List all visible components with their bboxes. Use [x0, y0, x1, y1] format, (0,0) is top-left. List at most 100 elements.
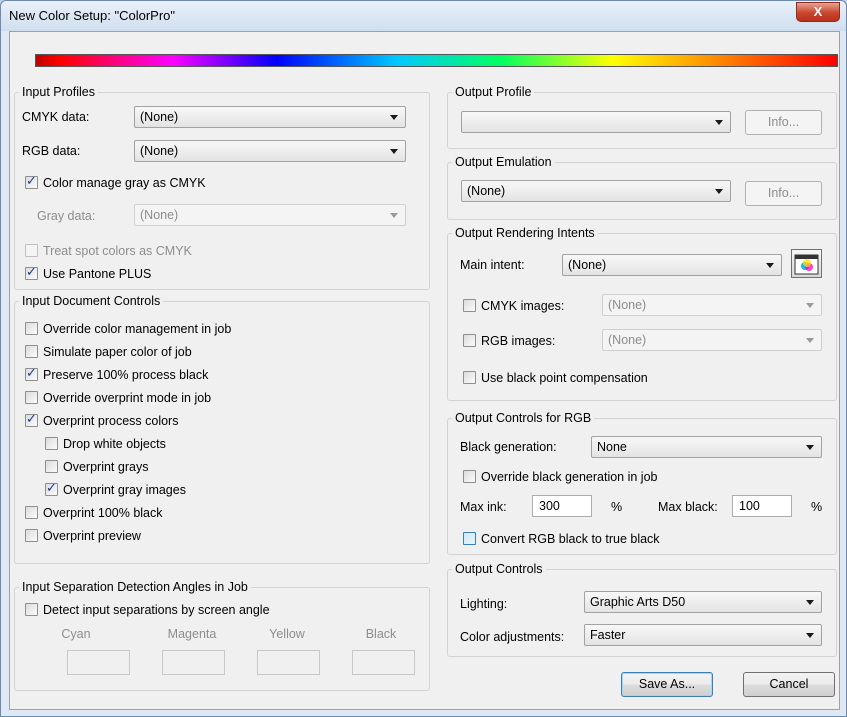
- chevron-down-icon: [390, 115, 398, 120]
- close-button[interactable]: X: [796, 2, 840, 22]
- main-intent-select[interactable]: (None): [562, 254, 782, 276]
- spot-colors-label: Treat spot colors as CMYK: [43, 244, 192, 258]
- window-title: New Color Setup: "ColorPro": [9, 8, 176, 23]
- cmyk-images-checkbox[interactable]: [463, 299, 476, 312]
- override-overprint-checkbox[interactable]: [25, 391, 38, 404]
- magenta-angle-field[interactable]: [162, 650, 225, 675]
- pantone-plus-checkbox[interactable]: [25, 265, 38, 280]
- cyan-label: Cyan: [61, 627, 91, 641]
- max-ink-label: Max ink:: [460, 500, 507, 514]
- output-profile-info-button[interactable]: Info...: [745, 110, 822, 135]
- preserve-black-label: Preserve 100% process black: [43, 368, 209, 382]
- override-color-mgmt-label: Override color management in job: [43, 322, 232, 336]
- input-profiles-group: Input Profiles CMYK data: (None) RGB dat…: [14, 85, 430, 290]
- rgb-data-select[interactable]: (None): [134, 140, 406, 162]
- color-palette-button[interactable]: [791, 249, 822, 278]
- cyan-angle-field[interactable]: [67, 650, 130, 675]
- gray-data-select[interactable]: (None): [134, 204, 406, 226]
- pantone-plus-label: Use Pantone PLUS: [43, 267, 152, 281]
- overprint-100-black-label: Overprint 100% black: [43, 506, 163, 520]
- main-intent-label: Main intent:: [460, 258, 525, 272]
- overprint-preview-checkbox[interactable]: [25, 529, 38, 542]
- cancel-button[interactable]: Cancel: [743, 672, 835, 697]
- rendering-intents-title: Output Rendering Intents: [452, 226, 598, 240]
- convert-rgb-black-checkbox[interactable]: [463, 532, 476, 545]
- overprint-preview-label: Overprint preview: [43, 529, 141, 543]
- chevron-down-icon: [715, 189, 723, 194]
- output-controls-group: Output Controls Lighting: Graphic Arts D…: [447, 562, 837, 657]
- black-point-comp-label: Use black point compensation: [481, 371, 648, 385]
- overprint-gray-images-label: Overprint gray images: [63, 483, 186, 497]
- output-profile-select[interactable]: [461, 111, 731, 133]
- rgb-images-checkbox[interactable]: [463, 334, 476, 347]
- lighting-label: Lighting:: [460, 597, 508, 611]
- gray-manage-checkbox[interactable]: [25, 174, 38, 189]
- chevron-down-icon: [806, 633, 814, 638]
- chevron-down-icon: [806, 303, 814, 308]
- rgb-controls-title: Output Controls for RGB: [452, 411, 595, 425]
- max-ink-value: 300: [539, 499, 560, 513]
- output-emulation-title: Output Emulation: [452, 155, 555, 169]
- gray-data-label: Gray data:: [37, 209, 96, 223]
- black-point-comp-checkbox[interactable]: [463, 371, 476, 384]
- chevron-down-icon: [390, 213, 398, 218]
- input-document-controls-group: Input Document Controls Override color m…: [14, 294, 430, 564]
- separation-detection-group: Input Separation Detection Angles in Job…: [14, 580, 430, 691]
- overprint-100-black-checkbox[interactable]: [25, 506, 38, 519]
- rgb-data-label: RGB data:: [22, 144, 81, 158]
- output-controls-title: Output Controls: [452, 562, 546, 576]
- chevron-down-icon: [715, 120, 723, 125]
- close-icon: X: [813, 4, 823, 19]
- max-ink-percent: %: [611, 500, 623, 514]
- spot-colors-checkbox[interactable]: [25, 244, 38, 257]
- lighting-value: Graphic Arts D50: [590, 595, 686, 609]
- rgb-images-select[interactable]: (None): [602, 329, 822, 351]
- cmyk-data-select[interactable]: (None): [134, 106, 406, 128]
- title-bar[interactable]: New Color Setup: "ColorPro" X: [1, 1, 846, 31]
- overprint-gray-images-checkbox[interactable]: [45, 481, 58, 496]
- overprint-grays-label: Overprint grays: [63, 460, 149, 474]
- simulate-paper-label: Simulate paper color of job: [43, 345, 192, 359]
- convert-rgb-black-label: Convert RGB black to true black: [481, 532, 660, 546]
- max-black-field[interactable]: 100: [732, 495, 792, 517]
- black-generation-select[interactable]: None: [591, 436, 822, 458]
- detect-separations-label: Detect input separations by screen angle: [43, 603, 270, 617]
- output-emulation-select[interactable]: (None): [461, 180, 731, 202]
- input-doc-controls-title: Input Document Controls: [19, 294, 164, 308]
- max-ink-field[interactable]: 300: [532, 495, 592, 517]
- chevron-down-icon: [806, 445, 814, 450]
- max-black-percent: %: [811, 500, 823, 514]
- cmyk-images-select[interactable]: (None): [602, 294, 822, 316]
- output-emulation-info-button[interactable]: Info...: [745, 181, 822, 206]
- main-intent-value: (None): [568, 258, 607, 272]
- yellow-angle-field[interactable]: [257, 650, 320, 675]
- gray-manage-label: Color manage gray as CMYK: [43, 176, 206, 190]
- black-generation-value: None: [597, 440, 627, 454]
- rgb-output-controls-group: Output Controls for RGB Black generation…: [447, 411, 837, 555]
- cmyk-data-label: CMYK data:: [22, 110, 90, 124]
- black-generation-label: Black generation:: [460, 440, 557, 454]
- output-emulation-group: Output Emulation (None) Info...: [447, 155, 837, 220]
- yellow-label: Yellow: [269, 627, 305, 641]
- simulate-paper-checkbox[interactable]: [25, 345, 38, 358]
- color-adjustments-label: Color adjustments:: [460, 630, 565, 644]
- black-angle-field[interactable]: [352, 650, 415, 675]
- overprint-process-checkbox[interactable]: [25, 412, 38, 427]
- chevron-down-icon: [806, 338, 814, 343]
- overprint-grays-checkbox[interactable]: [45, 460, 58, 473]
- cmyk-data-value: (None): [140, 110, 179, 124]
- separation-title: Input Separation Detection Angles in Job: [19, 580, 251, 594]
- override-color-mgmt-checkbox[interactable]: [25, 322, 38, 335]
- chevron-down-icon: [806, 600, 814, 605]
- dialog-window: New Color Setup: "ColorPro" X Input Prof…: [0, 0, 847, 717]
- drop-white-checkbox[interactable]: [45, 437, 58, 450]
- chevron-down-icon: [390, 149, 398, 154]
- color-adjustments-select[interactable]: Faster: [584, 624, 822, 646]
- lighting-select[interactable]: Graphic Arts D50: [584, 591, 822, 613]
- override-black-gen-checkbox[interactable]: [463, 470, 476, 483]
- save-as-button[interactable]: Save As...: [621, 672, 713, 697]
- rgb-data-value: (None): [140, 144, 179, 158]
- preserve-black-checkbox[interactable]: [25, 366, 38, 381]
- rgb-images-label: RGB images:: [481, 334, 556, 348]
- detect-separations-checkbox[interactable]: [25, 603, 38, 616]
